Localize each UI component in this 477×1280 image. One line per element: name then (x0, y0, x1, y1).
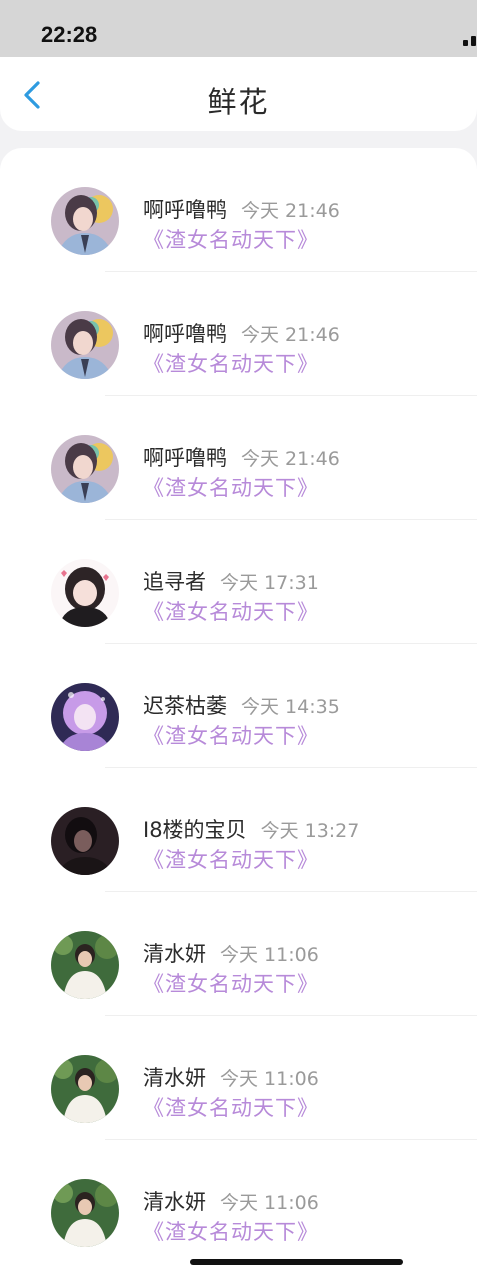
timestamp: 今天 11:06 (220, 1068, 319, 1090)
user-avatar-icon (51, 1179, 119, 1247)
user-name[interactable]: 迟茶枯萎 (143, 694, 227, 718)
user-name[interactable]: 追寻者 (143, 570, 206, 594)
list-item[interactable]: 啊呼噜鸭 今天 21:46 《渣女名动天下》 (0, 396, 477, 520)
timestamp: 今天 21:46 (241, 448, 340, 470)
status-time: 22:28 (41, 22, 98, 47)
book-title-link[interactable]: 《渣女名动天下》 (143, 348, 319, 378)
avatar[interactable] (51, 559, 119, 627)
book-title-link[interactable]: 《渣女名动天下》 (143, 224, 319, 254)
user-name[interactable]: 啊呼噜鸭 (143, 322, 227, 346)
list-item[interactable]: I8楼的宝贝 今天 13:27 《渣女名动天下》 (0, 768, 477, 892)
avatar[interactable] (51, 1055, 119, 1123)
list-item[interactable]: 啊呼噜鸭 今天 21:46 《渣女名动天下》 (0, 272, 477, 396)
user-avatar-icon (51, 311, 119, 379)
timestamp: 今天 11:06 (220, 1192, 319, 1214)
avatar[interactable] (51, 1179, 119, 1247)
user-name[interactable]: I8楼的宝贝 (143, 818, 247, 842)
list-item[interactable]: 迟茶枯萎 今天 14:35 《渣女名动天下》 (0, 644, 477, 768)
avatar[interactable] (51, 311, 119, 379)
home-indicator[interactable] (190, 1259, 403, 1265)
signal-icon (463, 34, 477, 46)
timestamp: 今天 13:27 (260, 820, 360, 842)
user-avatar-icon (51, 187, 119, 255)
user-name[interactable]: 清水妍 (143, 942, 206, 966)
list-item[interactable]: 清水妍 今天 11:06 《渣女名动天下》 (0, 1140, 477, 1264)
page-title: 鲜花 (207, 85, 270, 119)
timestamp: 今天 11:06 (220, 944, 319, 966)
avatar[interactable] (51, 435, 119, 503)
book-title-link[interactable]: 《渣女名动天下》 (143, 1216, 319, 1246)
flower-list: 啊呼噜鸭 今天 21:46 《渣女名动天下》 啊呼噜鸭 今天 21:46 《渣女名动… (0, 148, 477, 1280)
user-avatar-icon (51, 559, 119, 627)
user-name[interactable]: 啊呼噜鸭 (143, 198, 227, 222)
user-avatar-icon (51, 807, 119, 875)
book-title-link[interactable]: 《渣女名动天下》 (143, 844, 319, 874)
list-item[interactable]: 清水妍 今天 11:06 《渣女名动天下》 (0, 892, 477, 1016)
list-item[interactable]: 清水妍 今天 11:06 《渣女名动天下》 (0, 1016, 477, 1140)
book-title-link[interactable]: 《渣女名动天下》 (143, 596, 319, 626)
user-avatar-icon (51, 931, 119, 999)
list-item[interactable]: 啊呼噜鸭 今天 21:46 《渣女名动天下》 (0, 148, 477, 272)
user-avatar-icon (51, 1055, 119, 1123)
user-avatar-icon (51, 683, 119, 751)
avatar[interactable] (51, 187, 119, 255)
book-title-link[interactable]: 《渣女名动天下》 (143, 472, 319, 502)
book-title-link[interactable]: 《渣女名动天下》 (143, 1092, 319, 1122)
status-bar: 22:28 (0, 0, 477, 57)
avatar[interactable] (51, 683, 119, 751)
timestamp: 今天 21:46 (241, 324, 340, 346)
book-title-link[interactable]: 《渣女名动天下》 (143, 720, 319, 750)
avatar[interactable] (51, 807, 119, 875)
list-item[interactable]: 追寻者 今天 17:31 《渣女名动天下》 (0, 520, 477, 644)
nav-bar: 鲜花 (0, 57, 477, 131)
timestamp: 今天 21:46 (241, 200, 340, 222)
user-name[interactable]: 啊呼噜鸭 (143, 446, 227, 470)
user-name[interactable]: 清水妍 (143, 1190, 206, 1214)
timestamp: 今天 17:31 (220, 572, 319, 594)
user-avatar-icon (51, 435, 119, 503)
book-title-link[interactable]: 《渣女名动天下》 (143, 968, 319, 998)
user-name[interactable]: 清水妍 (143, 1066, 206, 1090)
timestamp: 今天 14:35 (241, 696, 340, 718)
avatar[interactable] (51, 931, 119, 999)
